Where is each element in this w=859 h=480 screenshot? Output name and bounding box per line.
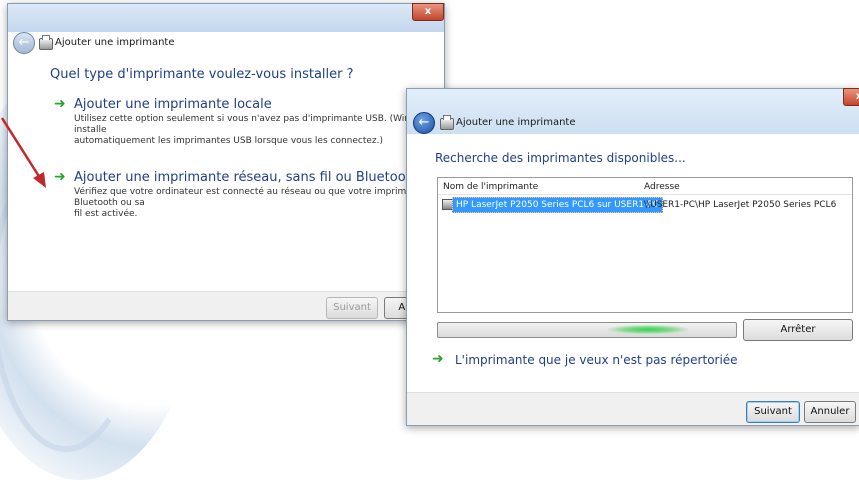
footer xyxy=(8,291,444,320)
progress-glow xyxy=(608,325,688,334)
title-bar xyxy=(8,4,444,32)
add-printer-window-type: x ← Ajouter une imprimante Quel type d'i… xyxy=(7,3,445,321)
header-divider xyxy=(438,194,852,195)
close-button[interactable]: x xyxy=(843,88,859,106)
printer-row-address[interactable]: \\USER1-PC\HP LaserJet P2050 Series PCL6 xyxy=(644,198,836,212)
page-heading: Recherche des imprimantes disponibles... xyxy=(435,151,686,165)
close-icon: x xyxy=(424,6,432,17)
option-network-printer[interactable]: Ajouter une imprimante réseau, sans fil … xyxy=(74,170,419,185)
window-title: Ajouter une imprimante xyxy=(456,117,576,128)
next-button[interactable]: Suivant xyxy=(746,401,800,423)
stop-button[interactable]: Arrêter xyxy=(743,319,853,341)
add-printer-window-search: x ← Ajouter une imprimante Recherche des… xyxy=(406,88,859,426)
printer-not-listed-link[interactable]: L'imprimante que je veux n'est pas réper… xyxy=(455,353,738,367)
close-button[interactable]: x xyxy=(412,3,444,21)
search-progress-bar xyxy=(437,322,737,338)
description-line: automatiquement les imprimantes USB lors… xyxy=(74,136,384,146)
column-header-name[interactable]: Nom de l'imprimante xyxy=(443,182,538,192)
window-title: Ajouter une imprimante xyxy=(55,37,175,48)
back-arrow-icon: ← xyxy=(418,115,430,130)
green-arrow-icon: ➜ xyxy=(54,96,66,112)
printer-list[interactable]: Nom de l'imprimante Adresse HP LaserJet … xyxy=(437,177,853,313)
back-button[interactable]: ← xyxy=(413,112,435,134)
back-arrow-icon: ← xyxy=(18,35,30,50)
option-network-description: Vérifiez que votre ordinateur est connec… xyxy=(74,187,434,220)
description-line: Vérifiez que votre ordinateur est connec… xyxy=(74,187,427,208)
printer-icon xyxy=(39,35,53,50)
printer-icon xyxy=(440,115,454,130)
description-line: fil est activée. xyxy=(74,209,138,219)
column-header-address[interactable]: Adresse xyxy=(644,182,680,192)
back-button[interactable]: ← xyxy=(13,32,35,54)
description-line: Utilisez cette option seulement si vous … xyxy=(74,114,434,135)
green-arrow-icon: ➜ xyxy=(432,351,444,367)
option-local-printer[interactable]: Ajouter une imprimante locale xyxy=(74,97,272,112)
cancel-button[interactable]: Annuler xyxy=(804,401,856,423)
option-local-description: Utilisez cette option seulement si vous … xyxy=(74,114,434,147)
green-arrow-icon: ➜ xyxy=(54,169,66,185)
next-button[interactable]: Suivant xyxy=(326,297,378,319)
printer-row-name[interactable]: HP LaserJet P2050 Series PCL6 sur USER1-… xyxy=(452,197,664,213)
page-heading: Quel type d'imprimante voulez-vous insta… xyxy=(50,67,354,82)
